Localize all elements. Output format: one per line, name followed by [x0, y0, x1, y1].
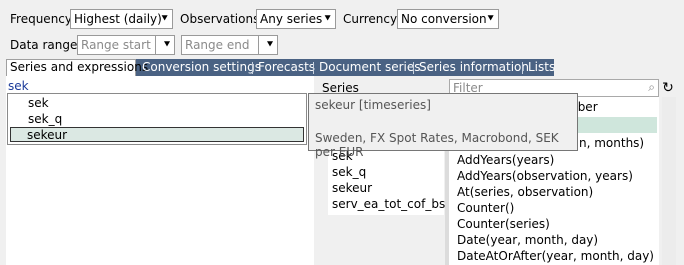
tab-separator — [313, 62, 314, 74]
tooltip-description: Sweden, FX Spot Rates, Macrobond, SEK pe… — [315, 131, 559, 159]
tab-document-series[interactable]: Document series — [319, 59, 421, 76]
series-tooltip: sekeur [timeseries] Sweden, FX Spot Rate… — [308, 93, 578, 159]
frequency-value: Highest (daily) — [74, 12, 162, 26]
suggestion-item[interactable]: sek_q — [28, 112, 62, 126]
scrollbar[interactable] — [662, 97, 676, 265]
tab-forecasts[interactable]: Forecasts — [258, 59, 315, 76]
currency-label: Currency — [343, 12, 398, 26]
tab-separator — [252, 62, 253, 74]
frequency-dropdown[interactable]: Highest (daily) ⯆ — [70, 9, 173, 29]
chevron-down-icon[interactable]: ⯆ — [155, 36, 174, 54]
chevron-down-icon: ⯆ — [323, 12, 332, 25]
tab-series-and-expressions[interactable]: Series and expressions — [6, 59, 148, 76]
tooltip-title: sekeur [timeseries] — [315, 98, 431, 112]
suggestion-label: sekeur — [27, 128, 68, 142]
range-start-placeholder: Range start — [81, 38, 151, 52]
chevron-down-icon[interactable]: ⯆ — [258, 36, 277, 54]
refresh-icon[interactable]: ↻ — [660, 80, 676, 96]
editor-text: sek — [8, 79, 29, 93]
data-range-label: Data range — [10, 38, 78, 52]
range-end-placeholder: Range end — [185, 38, 250, 52]
function-item[interactable]: Date(year, month, day) — [457, 233, 598, 247]
chevron-down-icon: ⯆ — [160, 12, 169, 25]
function-item[interactable]: DateAtOrAfter(year, month, day) — [457, 249, 654, 263]
suggestion-item[interactable]: sek — [28, 96, 49, 110]
search-icon: ⌕ — [648, 80, 655, 94]
autocomplete-list: sek sek_q sekeur — [7, 93, 307, 145]
observations-label: Observations — [180, 12, 260, 26]
function-item[interactable]: At(series, observation) — [457, 185, 593, 199]
function-item[interactable]: Counter(series) — [457, 217, 550, 231]
chevron-down-icon: ⯆ — [486, 12, 495, 25]
tab-series-information[interactable]: Series information — [419, 59, 529, 76]
observations-value: Any series — [260, 12, 323, 26]
observations-dropdown[interactable]: Any series ⯆ — [256, 9, 336, 29]
range-end-field[interactable]: Range end ⯆ — [181, 35, 278, 55]
tab-lists[interactable]: Lists — [528, 59, 555, 76]
tab-separator — [413, 62, 414, 74]
frequency-label: Frequency — [10, 12, 72, 26]
suggestion-item-selected[interactable]: sekeur — [10, 127, 304, 142]
function-item[interactable]: AddYears(observation, years) — [457, 169, 633, 183]
function-item[interactable]: Counter() — [457, 201, 514, 215]
tab-conversion-settings[interactable]: Conversion settings — [142, 59, 261, 76]
series-item[interactable]: sekeur — [332, 181, 372, 195]
function-item[interactable]: n, months) — [579, 136, 644, 150]
range-start-field[interactable]: Range start ⯆ — [77, 35, 175, 55]
tab-separator — [522, 62, 523, 74]
currency-dropdown[interactable]: No conversion ⯆ — [397, 9, 499, 29]
series-item[interactable]: serv_ea_tot_cof_bs_m — [332, 197, 463, 211]
currency-value: No conversion — [401, 12, 487, 26]
series-item[interactable]: sek_q — [332, 165, 366, 179]
